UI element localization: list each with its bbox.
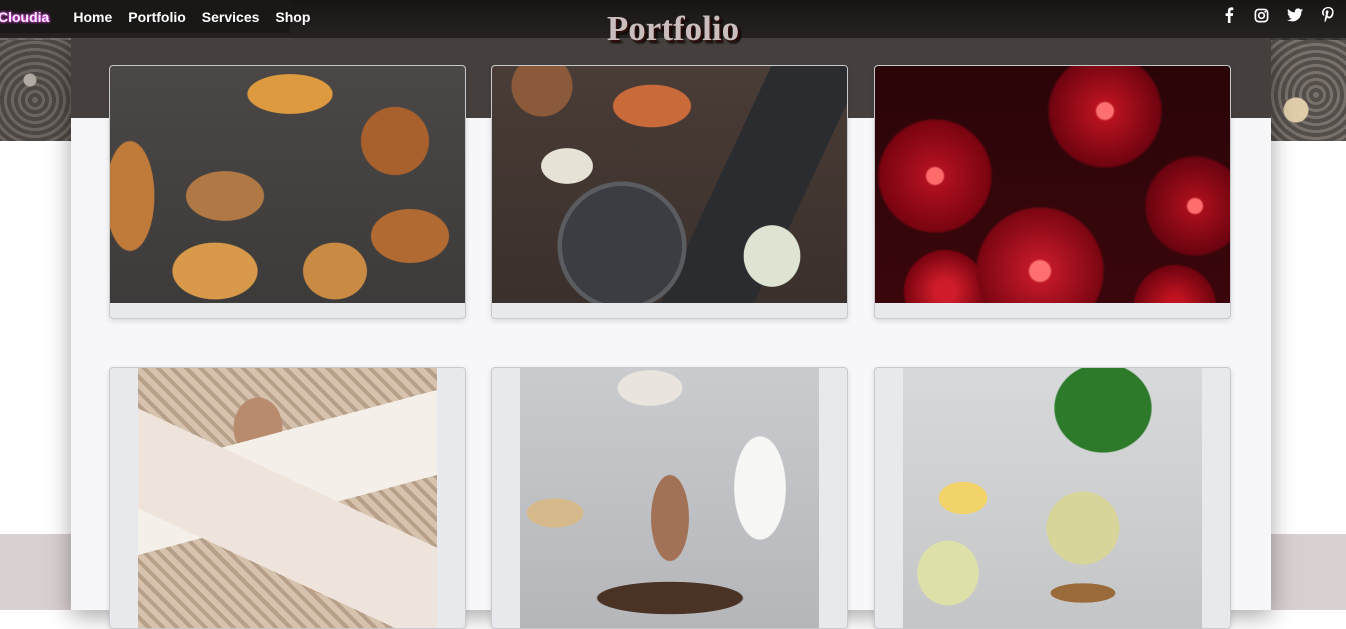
portfolio-card-cocktail[interactable] — [874, 367, 1231, 629]
hero-decoration-right — [1271, 40, 1346, 141]
portfolio-card-photos[interactable] — [109, 367, 466, 629]
portfolio-card-feast[interactable] — [491, 65, 848, 319]
twitter-icon[interactable] — [1286, 7, 1303, 24]
pastries-image — [110, 66, 465, 303]
chai-image — [520, 368, 819, 628]
feast-image — [492, 66, 847, 303]
portfolio-card-cherries[interactable] — [874, 65, 1231, 319]
cocktail-image — [903, 368, 1202, 628]
top-navbar: Cloudia Home Portfolio Services Shop Por… — [0, 0, 1346, 48]
portfolio-panel — [71, 38, 1271, 629]
facebook-icon[interactable] — [1220, 7, 1237, 24]
pinterest-icon[interactable] — [1319, 7, 1336, 24]
portfolio-card-pastries[interactable] — [109, 65, 466, 319]
photos-image — [138, 368, 437, 628]
social-links — [1220, 0, 1346, 30]
cherries-image — [875, 66, 1230, 303]
instagram-icon[interactable] — [1253, 7, 1270, 24]
page-title: Portfolio — [606, 9, 740, 48]
hero-decoration-left — [0, 40, 71, 141]
portfolio-card-chai[interactable] — [491, 367, 848, 629]
